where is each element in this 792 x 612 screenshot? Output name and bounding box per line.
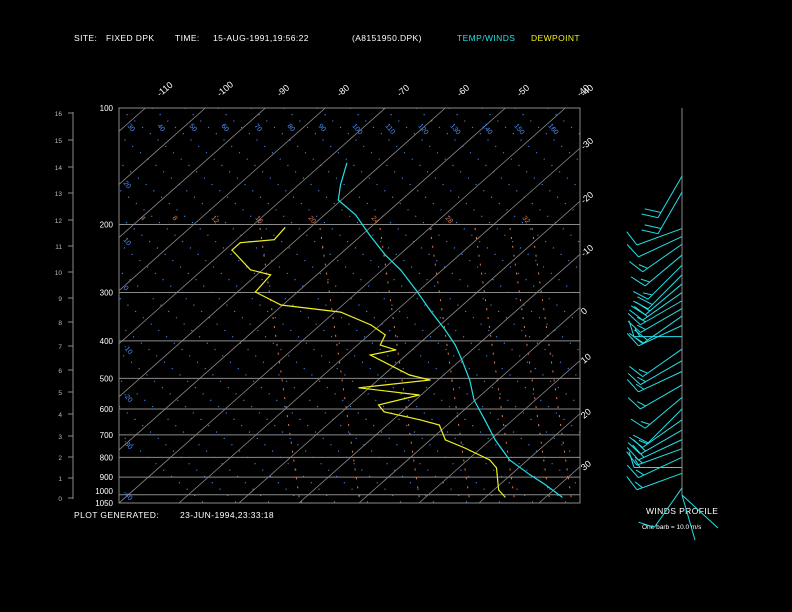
winds-profile-title: WINDS PROFILE: [646, 506, 718, 516]
temperature-point: [545, 484, 547, 486]
height-label: 8: [58, 320, 62, 327]
height-label: 14: [55, 165, 63, 172]
temperature-point: [561, 496, 563, 498]
pressure-label: 900: [100, 473, 114, 482]
pressure-label: 300: [100, 289, 114, 298]
plot-generated-label: PLOT GENERATED:: [74, 510, 159, 520]
pressure-label: 500: [100, 374, 114, 383]
height-label: 10: [55, 270, 63, 277]
site-value: FIXED DPK: [106, 33, 154, 43]
height-label: 2: [58, 455, 62, 462]
dewpoint-point: [358, 387, 360, 389]
temperature-point: [337, 199, 339, 201]
height-label: 15: [55, 138, 63, 145]
dewpoint-point: [284, 227, 286, 229]
dewpoint-point: [438, 424, 440, 426]
pressure-label: 700: [100, 431, 114, 440]
temperature-point: [346, 162, 348, 164]
dewpoint-point: [464, 447, 466, 449]
height-label: 6: [58, 368, 62, 375]
height-label: 12: [55, 218, 63, 225]
dewpoint-point: [270, 274, 272, 276]
temperature-point: [355, 214, 357, 216]
dewpoint-point: [444, 439, 446, 441]
dewpoint-point: [429, 379, 431, 381]
height-label: 9: [58, 296, 62, 303]
pressure-label: 1050: [95, 499, 113, 508]
skew-t-chart: SITE: FIXED DPK TIME: 15-AUG-1991,19:56:…: [0, 0, 792, 612]
time-value: 15-AUG-1991,19:56:22: [213, 33, 309, 43]
dewpoint-point: [340, 311, 342, 313]
dewpoint-point: [408, 374, 411, 376]
time-label: TIME:: [175, 33, 200, 43]
plot-generated-value: 23-JUN-1994,23:33:18: [180, 510, 274, 520]
dewpoint-point: [384, 334, 386, 336]
dewpoint-point: [419, 419, 421, 421]
pressure-label: 600: [100, 405, 114, 414]
temperature-point: [369, 234, 371, 236]
height-label: 13: [55, 191, 63, 198]
height-label: 11: [55, 244, 62, 251]
dewpoint-point: [379, 344, 381, 346]
dewpoint-point: [369, 354, 371, 356]
dewpoint-point: [370, 324, 372, 326]
height-label: 1: [58, 476, 62, 483]
dewpoint-point: [377, 404, 380, 406]
file-name: (A8151950.DPK): [352, 33, 422, 43]
pressure-label: 1000: [95, 487, 113, 496]
dewpoint-point: [498, 489, 500, 491]
temperature-point: [415, 289, 417, 291]
dewpoint-point: [418, 394, 420, 396]
dewpoint-point: [273, 239, 275, 241]
dewpoint-point: [504, 496, 506, 498]
dewpoint-point: [249, 269, 252, 271]
pressure-label: 100: [100, 104, 114, 113]
legend-temp-winds: TEMP/WINDS: [457, 33, 515, 43]
height-label: 16: [55, 111, 63, 118]
temperature-point: [339, 184, 342, 186]
temperature-point: [399, 269, 402, 271]
dewpoint-point: [254, 291, 257, 293]
dewpoint-point: [239, 242, 241, 244]
dewpoint-point: [495, 467, 498, 469]
pressure-label: 400: [100, 337, 114, 346]
site-label: SITE:: [74, 33, 97, 43]
temperature-point: [461, 359, 463, 361]
dewpoint-point: [231, 249, 233, 251]
dewpoint-point: [280, 304, 282, 306]
temperature-point: [529, 474, 531, 476]
dewpoint-point: [395, 349, 397, 351]
pressure-label: 800: [100, 453, 114, 462]
winds-barb-note: One barb = 10.0 m/s: [642, 524, 702, 531]
legend-dewpoint: DEWPOINT: [531, 33, 580, 43]
temperature-point: [494, 439, 496, 441]
temperature-point: [473, 399, 475, 401]
temperature-point: [469, 379, 471, 381]
temperature-point: [454, 344, 456, 346]
height-label: 3: [58, 434, 62, 441]
pressure-label: 200: [100, 220, 114, 229]
height-label: 5: [58, 390, 62, 397]
temperature-point: [429, 309, 431, 311]
dewpoint-point: [383, 411, 385, 413]
temperature-point: [384, 254, 386, 256]
height-label: 7: [58, 344, 62, 351]
dewpoint-point: [489, 459, 491, 461]
height-label: 0: [58, 496, 62, 503]
temperature-point: [444, 329, 446, 331]
temperature-point: [484, 419, 486, 421]
height-label: 4: [58, 412, 62, 419]
temperature-point: [508, 459, 511, 461]
